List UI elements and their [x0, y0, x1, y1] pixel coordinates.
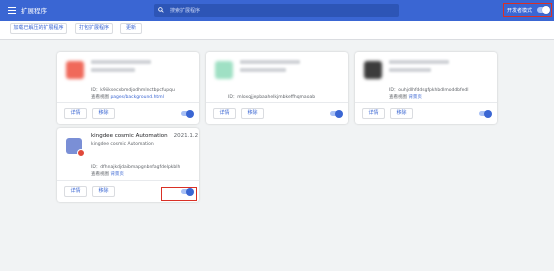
card-footer: 详情 移除 — [206, 102, 348, 124]
blurred-description — [91, 68, 135, 72]
blurred-name — [91, 60, 151, 64]
search-placeholder: 搜索扩展程序 — [170, 8, 201, 14]
extension-card: ID：ouhjdlhfddsgfpkhbdlmoddbfedl 查看视图 背景页… — [355, 52, 497, 124]
toggle-highlight — [161, 187, 197, 201]
blurred-description — [389, 68, 431, 72]
remove-button[interactable]: 移除 — [390, 108, 413, 119]
pack-extension-button[interactable]: 打包扩展程序 — [75, 23, 113, 34]
search-input[interactable]: 搜索扩展程序 — [154, 4, 399, 17]
inspect-link[interactable]: 背景页 — [408, 95, 422, 100]
extension-icon — [364, 61, 382, 79]
extension-card: ID：k9iiksecxbmdjodhmlnctbpcfupqu 查看视图 pa… — [57, 52, 199, 124]
blurred-name — [389, 60, 449, 64]
extension-icon — [66, 138, 85, 157]
enable-toggle[interactable] — [181, 109, 194, 118]
details-button[interactable]: 详情 — [64, 108, 87, 119]
error-badge-icon — [77, 149, 85, 157]
extension-version: 2021.1.2 — [173, 133, 199, 139]
enable-toggle[interactable] — [330, 109, 343, 118]
details-button[interactable]: 详情 — [362, 108, 385, 119]
load-unpacked-button[interactable]: 加载已解压的扩展程序 — [10, 23, 67, 34]
enable-toggle[interactable] — [479, 109, 492, 118]
details-button[interactable]: 详情 — [213, 108, 236, 119]
extension-id: ID：dfhnajkdjdaibmapgnbnfagfdelpkblh — [91, 165, 181, 170]
page-title: 扩展程序 — [21, 7, 47, 15]
blurred-name — [240, 60, 300, 64]
extension-id: ID：mloxqjjepbaahelkjmbkeffhqmaoab — [228, 95, 316, 100]
toolbar: 加载已解压的扩展程序 打包扩展程序 更新 — [0, 21, 554, 40]
extension-name: kingdee cosmic Automation — [91, 133, 168, 139]
remove-button[interactable]: 移除 — [92, 186, 115, 197]
menu-icon[interactable] — [8, 7, 16, 14]
extension-id: ID：ouhjdlhfddsgfpkhbdlmoddbfedl — [389, 88, 469, 93]
inspect-views: 查看视图 pages/background.html — [91, 95, 164, 100]
developer-mode-highlight: 开发者模式 — [503, 3, 552, 17]
inspect-views: 查看视图 背景页 — [389, 95, 422, 100]
inspect-link[interactable]: 背景页 — [110, 172, 124, 177]
remove-button[interactable]: 移除 — [92, 108, 115, 119]
extension-icon — [66, 61, 84, 79]
inspect-link[interactable]: pages/background.html — [110, 95, 163, 100]
developer-mode-toggle[interactable] — [537, 6, 550, 14]
extension-id: ID：k9iiksecxbmdjodhmlnctbpcfupqu — [91, 88, 175, 93]
developer-mode-label: 开发者模式 — [507, 8, 533, 14]
remove-button[interactable]: 移除 — [241, 108, 264, 119]
inspect-views: 查看视图 背景页 — [91, 172, 124, 177]
extension-description: kingdee cosmic Automation — [91, 142, 154, 147]
extension-card: ID：mloxqjjepbaahelkjmbkeffhqmaoab 详情 移除 — [206, 52, 348, 124]
search-icon — [158, 7, 164, 13]
extension-name-row: kingdee cosmic Automation 2021.1.2 — [91, 133, 198, 139]
blurred-description — [240, 68, 286, 72]
details-button[interactable]: 详情 — [64, 186, 87, 197]
extension-icon — [215, 61, 233, 79]
card-footer: 详情 移除 — [355, 102, 497, 124]
update-button[interactable]: 更新 — [120, 23, 142, 34]
card-footer: 详情 移除 — [57, 102, 199, 124]
extension-card-kingdee: kingdee cosmic Automation 2021.1.2 kingde… — [57, 128, 199, 202]
header-bar: 扩展程序 搜索扩展程序 开发者模式 — [0, 0, 554, 21]
